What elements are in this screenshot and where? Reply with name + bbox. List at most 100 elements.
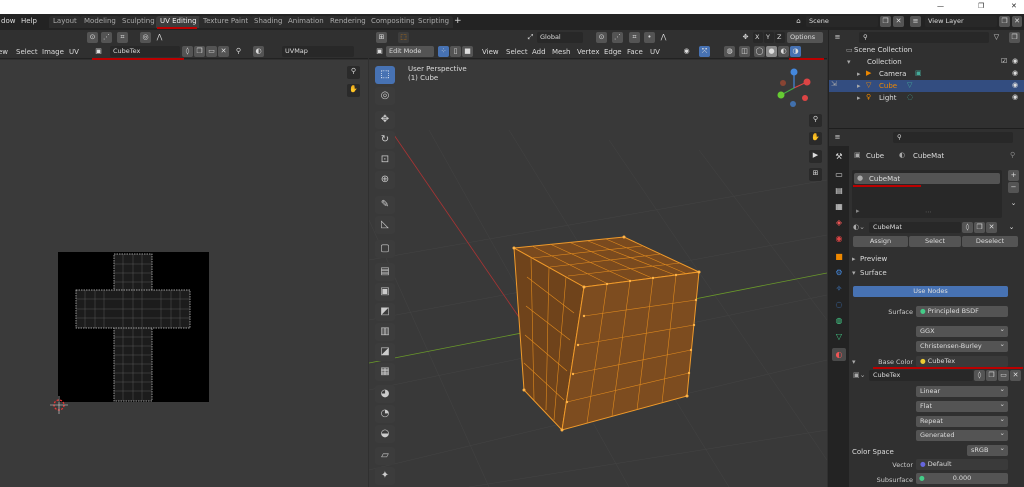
- scene-tab-icon[interactable]: ◈: [832, 216, 846, 229]
- material-field[interactable]: CubeMat: [869, 222, 961, 233]
- falloff-icon[interactable]: ⋀: [658, 32, 669, 43]
- pin-icon[interactable]: ⚲: [1010, 151, 1015, 159]
- proportional-icon[interactable]: •: [644, 32, 655, 43]
- hand-icon[interactable]: ✋: [347, 84, 360, 97]
- expand-icon[interactable]: ▾: [852, 269, 856, 277]
- rotate-tool-icon[interactable]: ↻: [375, 131, 395, 149]
- edge-select-icon[interactable]: ▯: [450, 46, 461, 57]
- edit-mode-icon[interactable]: ▣: [374, 46, 385, 57]
- tab-animation[interactable]: Animation: [284, 16, 328, 28]
- axis-x-toggle[interactable]: X: [753, 32, 763, 43]
- material-browse-icon[interactable]: ◐⌄: [853, 223, 865, 231]
- subsurface-value[interactable]: ● 0.000: [916, 473, 1008, 484]
- tab-layout[interactable]: Layout: [49, 16, 81, 28]
- gizmo-toggle-icon[interactable]: ⤧: [699, 46, 710, 57]
- eye-icon[interactable]: ◉: [1012, 57, 1018, 65]
- eye-icon[interactable]: ◉: [1012, 93, 1018, 101]
- unlink-icon[interactable]: ✕: [1010, 370, 1021, 381]
- tab-compositing[interactable]: Compositing: [367, 16, 419, 28]
- link-dropdown-icon[interactable]: ⌄: [1006, 222, 1017, 233]
- object-tab-icon[interactable]: ■: [832, 250, 846, 263]
- annotate-tool-icon[interactable]: ✎: [375, 196, 395, 214]
- menu-uv[interactable]: UV: [69, 48, 79, 56]
- unlink-icon[interactable]: ✕: [218, 46, 229, 57]
- minimize-button[interactable]: —: [937, 2, 944, 10]
- view-layer-selector[interactable]: View Layer: [925, 16, 997, 27]
- cursor-2d-icon[interactable]: [50, 396, 68, 414]
- tab-texture-paint[interactable]: Texture Paint: [199, 16, 253, 28]
- render-tab-icon[interactable]: ▭: [832, 168, 846, 181]
- menu-help[interactable]: Help: [21, 17, 37, 25]
- view-type-icon[interactable]: ⊞: [376, 32, 387, 43]
- axis-z-toggle[interactable]: Z: [775, 32, 785, 43]
- source-select[interactable]: Generated: [916, 430, 1008, 441]
- image-field[interactable]: CubeTex: [869, 370, 973, 381]
- world-tab-icon[interactable]: ◉: [832, 232, 846, 245]
- extrude-tool-icon[interactable]: ▤: [375, 263, 395, 281]
- outliner-row-cube[interactable]: ▸ ▽ Cube ▽ ◉: [829, 80, 1024, 92]
- use-nodes-button[interactable]: Use Nodes: [853, 286, 1008, 297]
- extension-select[interactable]: Repeat: [916, 416, 1008, 427]
- snap-target-icon[interactable]: ⌗: [629, 32, 640, 43]
- open-folder-icon[interactable]: ▭: [206, 46, 217, 57]
- outliner-side-icon[interactable]: ⇲: [831, 80, 837, 88]
- duplicate-icon[interactable]: ❐: [880, 16, 891, 27]
- shrink-tool-icon[interactable]: ◒: [375, 425, 395, 443]
- shield-icon[interactable]: ◊: [182, 46, 193, 57]
- mode-selector[interactable]: Edit Mode: [386, 46, 434, 57]
- cube-mesh[interactable]: [512, 235, 701, 432]
- uvmap-icon[interactable]: ◐: [253, 46, 264, 57]
- select-tool-icon[interactable]: ⬚: [375, 66, 395, 84]
- properties-search[interactable]: ⚲: [893, 132, 1013, 143]
- uv-editor-canvas[interactable]: ⚲ ✋: [0, 60, 368, 487]
- editor-type-icon[interactable]: ≡: [832, 132, 843, 143]
- measure-tool-icon[interactable]: ◺: [375, 216, 395, 234]
- menu-face[interactable]: Face: [627, 48, 643, 56]
- scene-icon[interactable]: ⌂: [793, 16, 804, 27]
- slot-menu-icon[interactable]: ⌄: [1008, 198, 1019, 209]
- expand-icon[interactable]: ▾: [847, 58, 851, 66]
- add-cube-tool-icon[interactable]: ▢: [375, 240, 395, 258]
- outliner-row-light[interactable]: ▸ ♀ Light ◌ ◉: [829, 92, 1024, 104]
- tab-scripting[interactable]: Scripting: [414, 16, 454, 28]
- view-layer-tab-icon[interactable]: ▦: [832, 200, 846, 213]
- snap-icon[interactable]: ⌗: [117, 32, 128, 43]
- eye-icon[interactable]: ◉: [1012, 81, 1018, 89]
- expand-icon[interactable]: ▸: [856, 207, 860, 215]
- navigation-gizmo[interactable]: [777, 68, 811, 108]
- assign-button[interactable]: Assign: [853, 236, 908, 247]
- scale-tool-icon[interactable]: ⊡: [375, 151, 395, 169]
- transform-orientation-select[interactable]: Global: [537, 32, 583, 43]
- material-slot-list[interactable]: ● CubeMat ▸ ⋯: [852, 170, 1002, 218]
- tool-tab-icon[interactable]: ⚒: [832, 150, 846, 163]
- add-slot-icon[interactable]: +: [1008, 170, 1019, 181]
- remove-slot-icon[interactable]: −: [1008, 182, 1019, 193]
- sticky-select-icon[interactable]: ⋰: [101, 32, 112, 43]
- transform-tool-icon[interactable]: ⊕: [375, 171, 395, 189]
- zoom-icon[interactable]: ⚲: [347, 66, 360, 79]
- grid-icon[interactable]: ⊞: [809, 168, 822, 181]
- menu-mesh[interactable]: Mesh: [552, 48, 570, 56]
- wireframe-shading-icon[interactable]: ◯: [754, 46, 765, 57]
- surface-panel-header[interactable]: Surface: [860, 269, 887, 277]
- modifier-tab-icon[interactable]: ⚙: [832, 266, 846, 279]
- menu-vertex[interactable]: Vertex: [577, 48, 600, 56]
- image-selector[interactable]: CubeTex: [110, 46, 180, 57]
- pivot-icon[interactable]: ⊙: [596, 32, 607, 43]
- orientation-icon[interactable]: ⤢: [525, 32, 536, 43]
- menu-edge[interactable]: Edge: [604, 48, 622, 56]
- surface-shader-field[interactable]: ● Principled BSDF: [916, 306, 1008, 317]
- zoom-icon[interactable]: ⚲: [809, 114, 822, 127]
- close-button[interactable]: ✕: [1011, 2, 1017, 10]
- gizmo-icon[interactable]: ✥: [740, 32, 751, 43]
- view-layer-icon[interactable]: ≡: [910, 16, 921, 27]
- distribution-select[interactable]: GGX: [916, 326, 1008, 337]
- preview-panel-header[interactable]: Preview: [860, 255, 887, 263]
- fake-user-icon[interactable]: ◊: [962, 222, 973, 233]
- 3d-viewport[interactable]: User Perspective (1) Cube ⚲ ✋ ▶ ⊞ ⬚ ◎ ✥ …: [369, 60, 827, 487]
- spin-tool-icon[interactable]: ◕: [375, 385, 395, 403]
- projection-select[interactable]: Flat: [916, 401, 1008, 412]
- camera-icon[interactable]: ▶: [809, 150, 822, 163]
- options-dropdown[interactable]: Options: [787, 32, 823, 43]
- select-button[interactable]: Select: [909, 236, 961, 247]
